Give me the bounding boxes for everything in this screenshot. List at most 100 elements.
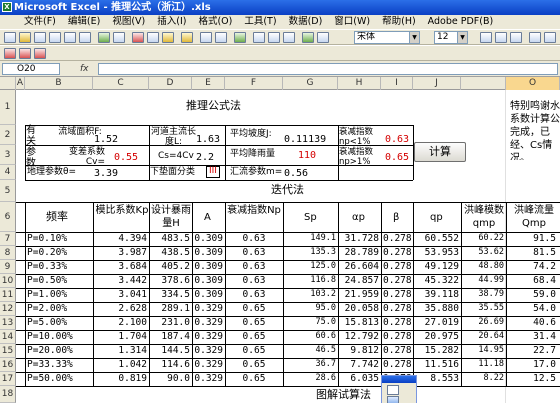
- cell-qmp-flow[interactable]: 54.0: [508, 303, 556, 314]
- cell-a[interactable]: 0.309: [194, 275, 223, 286]
- cell-qp[interactable]: 27.019: [415, 317, 459, 328]
- cell-qp[interactable]: 39.118: [415, 289, 459, 300]
- cell-qmp-modulus[interactable]: 8.22: [463, 373, 504, 383]
- cell-a[interactable]: 0.329: [194, 331, 223, 342]
- pdf-review-icon[interactable]: [34, 48, 46, 59]
- cell-alpha-p[interactable]: 15.813: [340, 317, 379, 328]
- row-header-7[interactable]: 7: [0, 232, 16, 246]
- cell-beta[interactable]: 0.278: [383, 359, 412, 370]
- cell-sp[interactable]: 75.0: [285, 317, 336, 327]
- print-preview-icon[interactable]: [79, 32, 91, 43]
- cell-kp[interactable]: 3.987: [95, 247, 147, 258]
- cell-alpha-p[interactable]: 9.812: [340, 345, 379, 356]
- zoom-icon[interactable]: [317, 32, 329, 43]
- undo-icon[interactable]: [200, 32, 212, 43]
- cell-qmp-modulus[interactable]: 38.79: [463, 289, 504, 299]
- col-header-o[interactable]: O: [506, 77, 560, 90]
- font-size-select[interactable]: 12 ▼: [434, 31, 468, 44]
- menu-adobe-pdf[interactable]: Adobe PDF(B): [422, 15, 500, 29]
- row-header-15[interactable]: 15: [0, 344, 16, 358]
- cell-kp[interactable]: 3.041: [95, 289, 147, 300]
- cell-frequency[interactable]: P=20.00%: [27, 345, 92, 356]
- col-header-d[interactable]: D: [149, 77, 192, 90]
- cell-np[interactable]: 0.63: [227, 247, 281, 258]
- col-header-c[interactable]: C: [93, 77, 149, 90]
- align-center-icon[interactable]: [544, 32, 556, 43]
- bold-icon[interactable]: [480, 32, 492, 43]
- cell-np[interactable]: 0.65: [227, 303, 281, 314]
- cell-a[interactable]: 0.309: [194, 233, 223, 244]
- cell-frequency[interactable]: P=33.33%: [27, 359, 92, 370]
- cs-value[interactable]: 2.2: [196, 152, 214, 163]
- row-header-14[interactable]: 14: [0, 330, 16, 344]
- row-header-10[interactable]: 10: [0, 274, 16, 288]
- cell-rainfall[interactable]: 405.2: [151, 261, 190, 272]
- cell-a[interactable]: 0.329: [194, 345, 223, 356]
- row-header-6[interactable]: 6: [0, 202, 16, 232]
- cell-np[interactable]: 0.65: [227, 317, 281, 328]
- geo-param-value[interactable]: 3.39: [94, 168, 118, 179]
- col-header-g[interactable]: G: [283, 77, 338, 90]
- hyperlink-icon[interactable]: [234, 32, 246, 43]
- cell-alpha-p[interactable]: 28.789: [340, 247, 379, 258]
- cell-beta[interactable]: 0.278: [383, 345, 412, 356]
- select-all-corner[interactable]: [0, 77, 16, 90]
- function-icon[interactable]: fx: [80, 64, 89, 74]
- cell-frequency[interactable]: P=0.33%: [27, 261, 92, 272]
- calculate-button[interactable]: 计算: [414, 142, 466, 162]
- name-box[interactable]: O20: [2, 63, 60, 75]
- cut-icon[interactable]: [132, 32, 144, 43]
- cell-beta[interactable]: 0.278: [383, 303, 412, 314]
- confluence-param-value[interactable]: 0.56: [284, 168, 308, 179]
- permission-icon[interactable]: [49, 32, 61, 43]
- cell-kp[interactable]: 2.628: [95, 303, 147, 314]
- cell-beta[interactable]: 0.278: [383, 289, 412, 300]
- row-header-8[interactable]: 8: [0, 246, 16, 260]
- cell-qmp-modulus[interactable]: 20.64: [463, 331, 504, 341]
- cell-rainfall[interactable]: 483.5: [151, 233, 190, 244]
- cell-a[interactable]: 0.309: [194, 289, 223, 300]
- decay-index-1-value[interactable]: 0.63: [385, 134, 409, 145]
- cell-qp[interactable]: 20.975: [415, 331, 459, 342]
- menu-edit[interactable]: 编辑(E): [62, 15, 106, 29]
- cell-beta[interactable]: 0.278: [383, 317, 412, 328]
- cell-qmp-modulus[interactable]: 26.69: [463, 317, 504, 327]
- row-header-4[interactable]: 4: [0, 165, 16, 180]
- cell-np[interactable]: 0.63: [227, 289, 281, 300]
- chevron-down-icon[interactable]: ▼: [409, 32, 419, 43]
- cell-sp[interactable]: 95.0: [285, 303, 336, 313]
- cell-np[interactable]: 0.65: [227, 331, 281, 342]
- spelling-icon[interactable]: [98, 32, 110, 43]
- cell-rainfall[interactable]: 231.0: [151, 317, 190, 328]
- menu-data[interactable]: 数据(D): [283, 15, 329, 29]
- cell-qmp-modulus[interactable]: 35.55: [463, 303, 504, 313]
- cell-beta[interactable]: 0.278: [383, 275, 412, 286]
- col-header-i[interactable]: I: [381, 77, 413, 90]
- cell-qp[interactable]: 11.516: [415, 359, 459, 370]
- cell-qmp-modulus[interactable]: 48.80: [463, 261, 504, 271]
- cell-a[interactable]: 0.329: [194, 373, 223, 384]
- new-icon[interactable]: [4, 32, 16, 43]
- cell-sp[interactable]: 46.5: [285, 345, 336, 355]
- autosum-icon[interactable]: [253, 32, 265, 43]
- row-header-9[interactable]: 9: [0, 260, 16, 274]
- cell-sp[interactable]: 28.6: [285, 373, 336, 383]
- cell-qmp-modulus[interactable]: 60.22: [463, 233, 504, 243]
- menu-tools[interactable]: 工具(T): [238, 15, 282, 29]
- cell-alpha-p[interactable]: 26.604: [340, 261, 379, 272]
- cell-qmp-flow[interactable]: 22.7: [508, 345, 556, 356]
- cell-np[interactable]: 0.65: [227, 345, 281, 356]
- rain-value[interactable]: 110: [298, 150, 316, 161]
- save-icon[interactable]: [34, 32, 46, 43]
- chart-icon[interactable]: [387, 396, 399, 403]
- floating-toolbar-titlebar[interactable]: [382, 376, 416, 383]
- menu-view[interactable]: 视图(V): [106, 15, 151, 29]
- cell-frequency[interactable]: P=0.50%: [27, 275, 92, 286]
- col-header-h[interactable]: H: [338, 77, 381, 90]
- convert-to-pdf-icon[interactable]: [4, 48, 16, 59]
- cell-alpha-p[interactable]: 6.035: [340, 373, 379, 384]
- cell-frequency[interactable]: P=0.10%: [27, 233, 92, 244]
- cell-alpha-p[interactable]: 21.959: [340, 289, 379, 300]
- cell-sp[interactable]: 135.3: [285, 247, 336, 257]
- col-header-f[interactable]: F: [225, 77, 283, 90]
